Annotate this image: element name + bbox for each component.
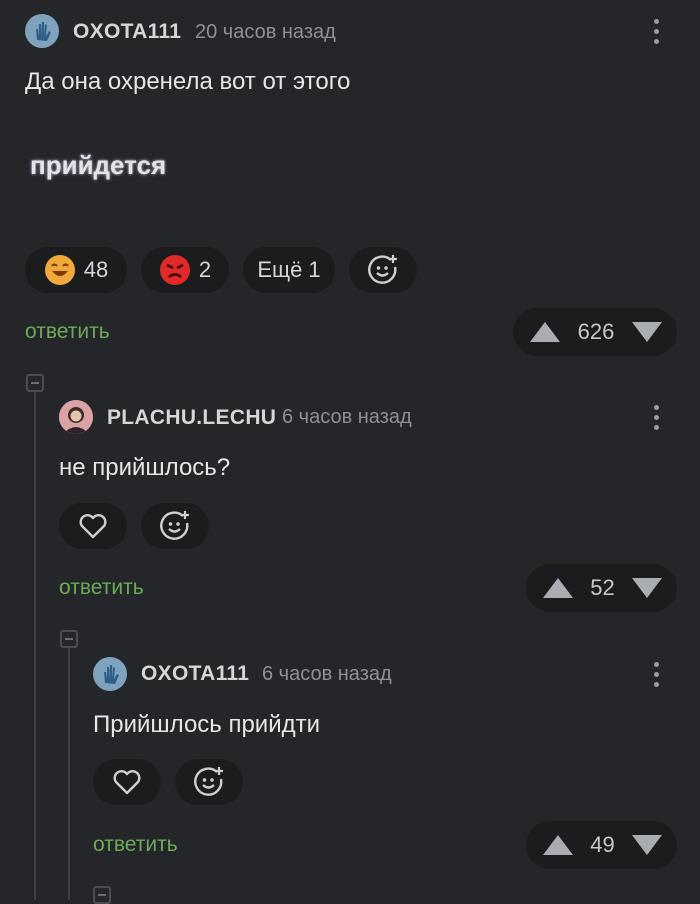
rating-value: 626 [577,319,615,344]
rating-value: 52 [590,575,615,600]
person-avatar-icon [59,400,93,434]
comment-timestamp: 6 часов назад [262,663,392,685]
more-reactions-label: Ещё 1 [257,257,321,282]
downvote-icon[interactable] [631,577,663,599]
thread-line [68,648,70,900]
avatar[interactable] [25,14,59,48]
hand-avatar-icon [25,14,59,48]
angry-emoji-icon [159,255,190,285]
comment-image-text: прийдется [30,150,167,180]
add-reaction-button[interactable] [175,759,243,805]
upvote-icon[interactable] [529,321,561,343]
comment-username[interactable]: PLACHU.LECHU [107,406,276,430]
upvote-icon[interactable] [542,834,574,856]
add-reaction-button[interactable] [141,503,209,549]
reply-button[interactable]: ответить [59,576,144,600]
like-button[interactable] [93,759,161,805]
comment-timestamp: 20 часов назад [195,21,336,43]
heart-icon [79,514,107,539]
comment-timestamp: 6 часов назад [282,406,412,428]
heart-icon [113,770,141,795]
more-options-button[interactable] [644,657,668,691]
thread-line [34,392,36,900]
reaction-angry-button[interactable]: 2 [141,247,229,293]
collapse-thread-button[interactable] [93,886,111,904]
comment-username[interactable]: OXOTA111 [73,20,181,44]
add-emoji-icon [160,511,189,540]
more-options-button[interactable] [644,400,668,434]
comment-username[interactable]: OXOTA111 [141,662,249,686]
reaction-count: 2 [198,257,212,282]
downvote-icon[interactable] [631,834,663,856]
laughing-emoji-icon [44,255,75,285]
add-emoji-icon [368,255,397,284]
rating-control: 49 [526,821,677,869]
comment-text: Прийшлось прийдти [93,711,321,738]
more-reactions-button[interactable]: Ещё 1 [243,247,335,293]
like-button[interactable] [59,503,127,549]
upvote-icon[interactable] [542,577,574,599]
comment-text: не прийшлось? [59,454,231,481]
collapse-thread-button[interactable] [26,374,44,392]
add-reaction-button[interactable] [349,247,417,293]
hand-avatar-icon [93,657,127,691]
downvote-icon[interactable] [631,321,663,343]
more-options-button[interactable] [644,14,668,48]
avatar[interactable] [59,400,93,434]
reaction-count: 48 [83,257,109,282]
reply-button[interactable]: ответить [25,320,110,344]
reply-button[interactable]: ответить [93,833,178,857]
rating-control: 52 [526,564,677,612]
collapse-thread-button[interactable] [60,630,78,648]
comment-text: Да она охренела вот от этого [25,68,351,95]
rating-value: 49 [590,832,615,857]
rating-control: 626 [513,308,677,356]
add-emoji-icon [194,767,223,796]
reaction-laughing-button[interactable]: 48 [25,247,127,293]
avatar[interactable] [93,657,127,691]
